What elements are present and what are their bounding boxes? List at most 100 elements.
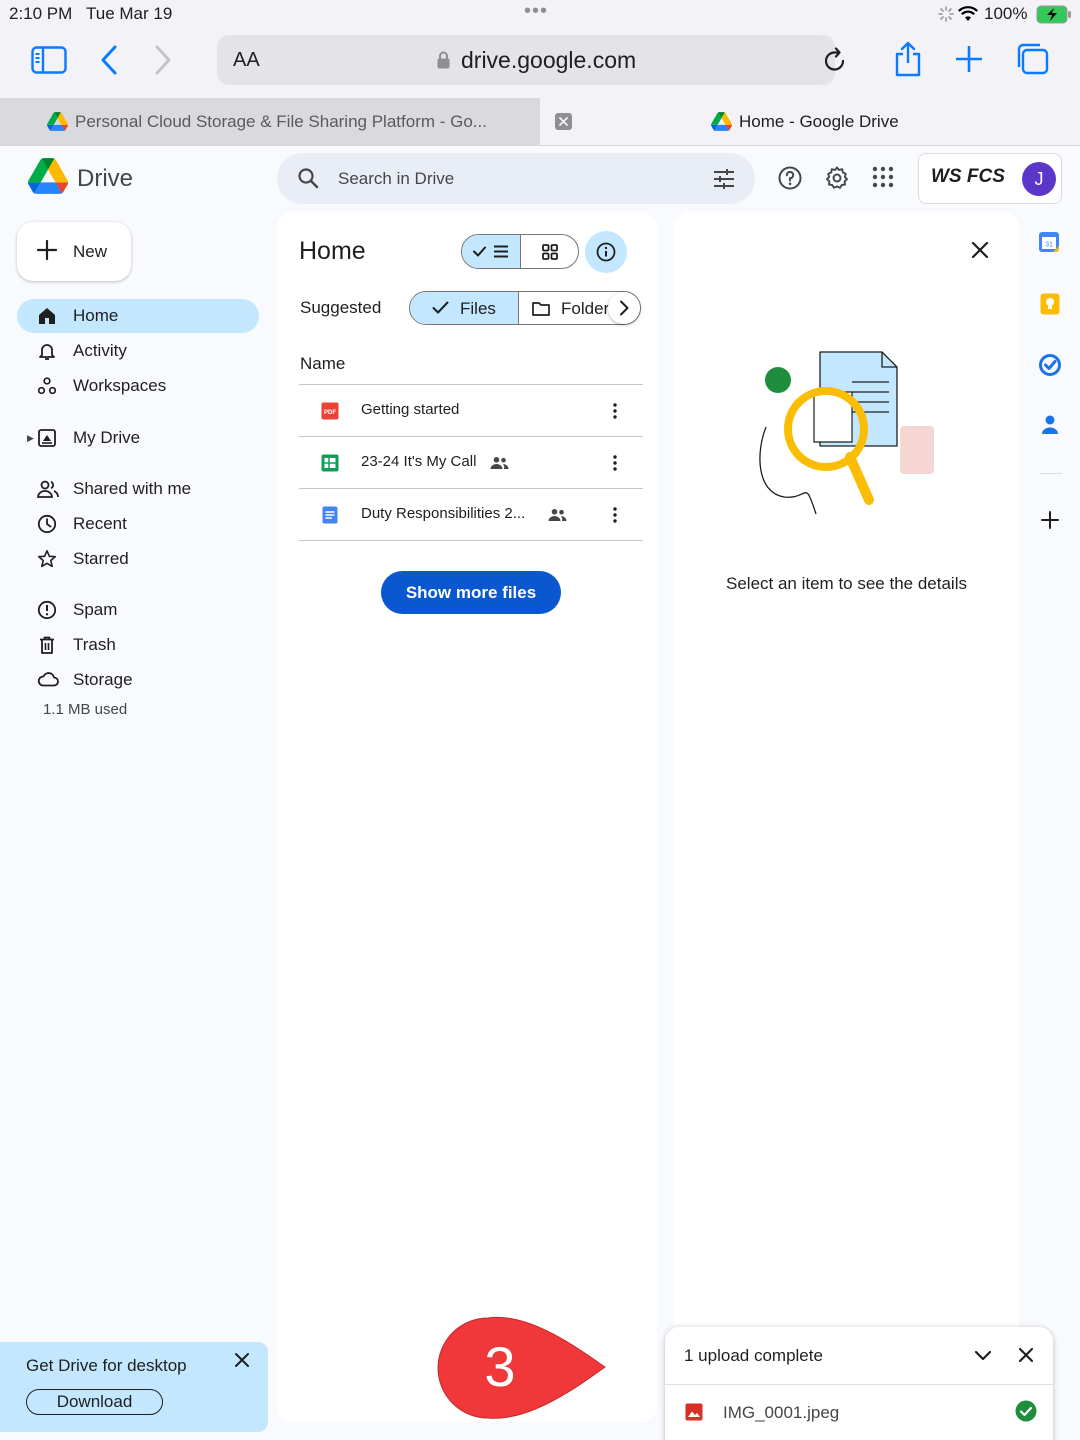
search-icon[interactable]: [297, 167, 319, 189]
list-view-button[interactable]: [462, 235, 521, 268]
trash-icon: [37, 635, 57, 655]
file-row[interactable]: Duty Responsibilities 2...: [299, 489, 643, 541]
apps-grid-icon[interactable]: [872, 166, 894, 188]
files-chip[interactable]: Files: [410, 292, 519, 324]
settings-gear-icon[interactable]: [825, 166, 849, 190]
file-row[interactable]: 23-24 It's My Call: [299, 437, 643, 489]
sidebar-item-label: Activity: [73, 341, 127, 360]
clock-icon: [37, 514, 57, 534]
help-icon[interactable]: [778, 166, 802, 190]
home-icon: [37, 306, 57, 326]
sidebar-item-starred[interactable]: Starred: [17, 542, 259, 576]
multitasking-dots-icon[interactable]: •••: [524, 0, 548, 23]
new-tab-icon[interactable]: [956, 46, 982, 72]
upload-status-text: 1 upload complete: [684, 1346, 823, 1365]
account-switcher[interactable]: WS FCS J: [918, 153, 1062, 204]
more-options-icon[interactable]: [605, 401, 625, 421]
keep-icon[interactable]: [1040, 293, 1060, 315]
spam-icon: [37, 600, 57, 620]
show-more-files-button[interactable]: Show more files: [381, 571, 561, 614]
new-button[interactable]: New: [17, 222, 131, 281]
grid-view-button[interactable]: [521, 235, 578, 268]
sidebar-item-workspaces[interactable]: Workspaces: [17, 369, 259, 403]
share-icon[interactable]: [894, 41, 922, 77]
shared-icon: [490, 456, 509, 470]
sidebar-item-label: Recent: [73, 514, 127, 533]
close-icon[interactable]: [234, 1352, 250, 1368]
battery-percent: 100%: [984, 4, 1028, 23]
org-logo: WS FCS: [931, 166, 1005, 187]
step-callout-arrow: [430, 1310, 610, 1425]
sidebar-item-label: Starred: [73, 549, 129, 568]
sheets-icon: [321, 454, 339, 472]
suggested-filter-chips: Files Folders: [409, 291, 641, 325]
sidebar-item-spam[interactable]: Spam: [17, 593, 259, 627]
status-time: 2:10 PM: [9, 4, 73, 23]
sidebar-item-storage[interactable]: Storage: [17, 663, 259, 697]
search-options-icon[interactable]: [713, 168, 735, 190]
tasks-icon[interactable]: [1039, 354, 1061, 376]
tab-inactive[interactable]: Personal Cloud Storage & File Sharing Pl…: [0, 98, 540, 145]
view-toggle[interactable]: [461, 234, 579, 269]
shared-icon: [548, 508, 567, 522]
file-name: Duty Responsibilities 2...: [361, 505, 526, 522]
desktop-promo-banner: Get Drive for desktop Download: [0, 1342, 268, 1432]
calendar-icon[interactable]: 31: [1038, 231, 1060, 253]
add-addon-icon[interactable]: [1041, 511, 1059, 529]
tab-close-icon[interactable]: [555, 113, 572, 130]
success-check-icon: [1015, 1400, 1037, 1422]
sidebar-item-label: Trash: [73, 635, 116, 654]
status-date: Tue Mar 19: [86, 4, 173, 23]
shared-people-icon: [37, 479, 59, 499]
close-icon[interactable]: [1018, 1347, 1034, 1363]
sidebar-item-recent[interactable]: Recent: [17, 507, 259, 541]
drive-logo-icon[interactable]: [28, 158, 68, 194]
download-button[interactable]: Download: [26, 1389, 163, 1415]
svg-text:PDF: PDF: [324, 410, 336, 416]
storage-used-text: 1.1 MB used: [43, 701, 128, 718]
address-bar[interactable]: AA drive.google.com: [217, 35, 845, 85]
sidebar-item-label: Home: [73, 306, 119, 325]
battery-charging-icon: [1036, 5, 1072, 24]
avatar[interactable]: J: [1022, 162, 1056, 196]
reload-icon[interactable]: [823, 47, 847, 73]
cloud-icon: [37, 670, 59, 688]
details-panel: Select an item to see the details: [674, 212, 1019, 1422]
browser-toolbar: AA drive.google.com: [0, 30, 1080, 98]
more-options-icon[interactable]: [605, 453, 625, 473]
app-title[interactable]: Drive: [77, 165, 133, 193]
more-options-icon[interactable]: [605, 505, 625, 525]
info-button[interactable]: [585, 231, 627, 273]
chevron-right-icon: [618, 300, 630, 316]
drive-logo-icon: [47, 112, 68, 131]
sidebar-item-home[interactable]: Home: [17, 299, 259, 333]
contacts-icon[interactable]: [1041, 415, 1059, 435]
search-bar[interactable]: Search in Drive: [277, 153, 755, 204]
folder-icon: [532, 301, 550, 316]
main-panel: Home Suggested Files Folders Name PDF Ge…: [277, 212, 657, 1422]
text-size-button[interactable]: AA: [233, 49, 260, 72]
chevron-down-icon[interactable]: [974, 1348, 992, 1362]
sidebar-toggle-icon[interactable]: [31, 46, 67, 74]
column-header-name[interactable]: Name: [300, 354, 345, 374]
file-row[interactable]: PDF Getting started: [299, 385, 643, 437]
close-icon[interactable]: [970, 240, 990, 260]
tab-label: Home - Google Drive: [739, 112, 899, 131]
back-icon[interactable]: [100, 45, 118, 75]
my-drive-icon: [37, 428, 57, 448]
forward-icon[interactable]: [154, 45, 172, 75]
tab-bar: Personal Cloud Storage & File Sharing Pl…: [0, 98, 1080, 146]
search-input[interactable]: Search in Drive: [338, 169, 454, 189]
sidebar-item-activity[interactable]: Activity: [17, 334, 259, 368]
tab-overview-icon[interactable]: [1015, 43, 1049, 75]
chips-scroll-right-button[interactable]: [608, 292, 640, 324]
sidebar-item-my-drive[interactable]: My Drive: [17, 421, 259, 455]
lock-icon: [437, 51, 450, 69]
info-icon: [596, 242, 616, 262]
sidebar-item-shared[interactable]: Shared with me: [17, 472, 259, 506]
sidebar-item-trash[interactable]: Trash: [17, 628, 259, 662]
suggested-label: Suggested: [300, 298, 382, 317]
tab-label: Personal Cloud Storage & File Sharing Pl…: [75, 112, 487, 131]
files-chip-label: Files: [460, 299, 496, 318]
workspaces-icon: [37, 376, 57, 396]
